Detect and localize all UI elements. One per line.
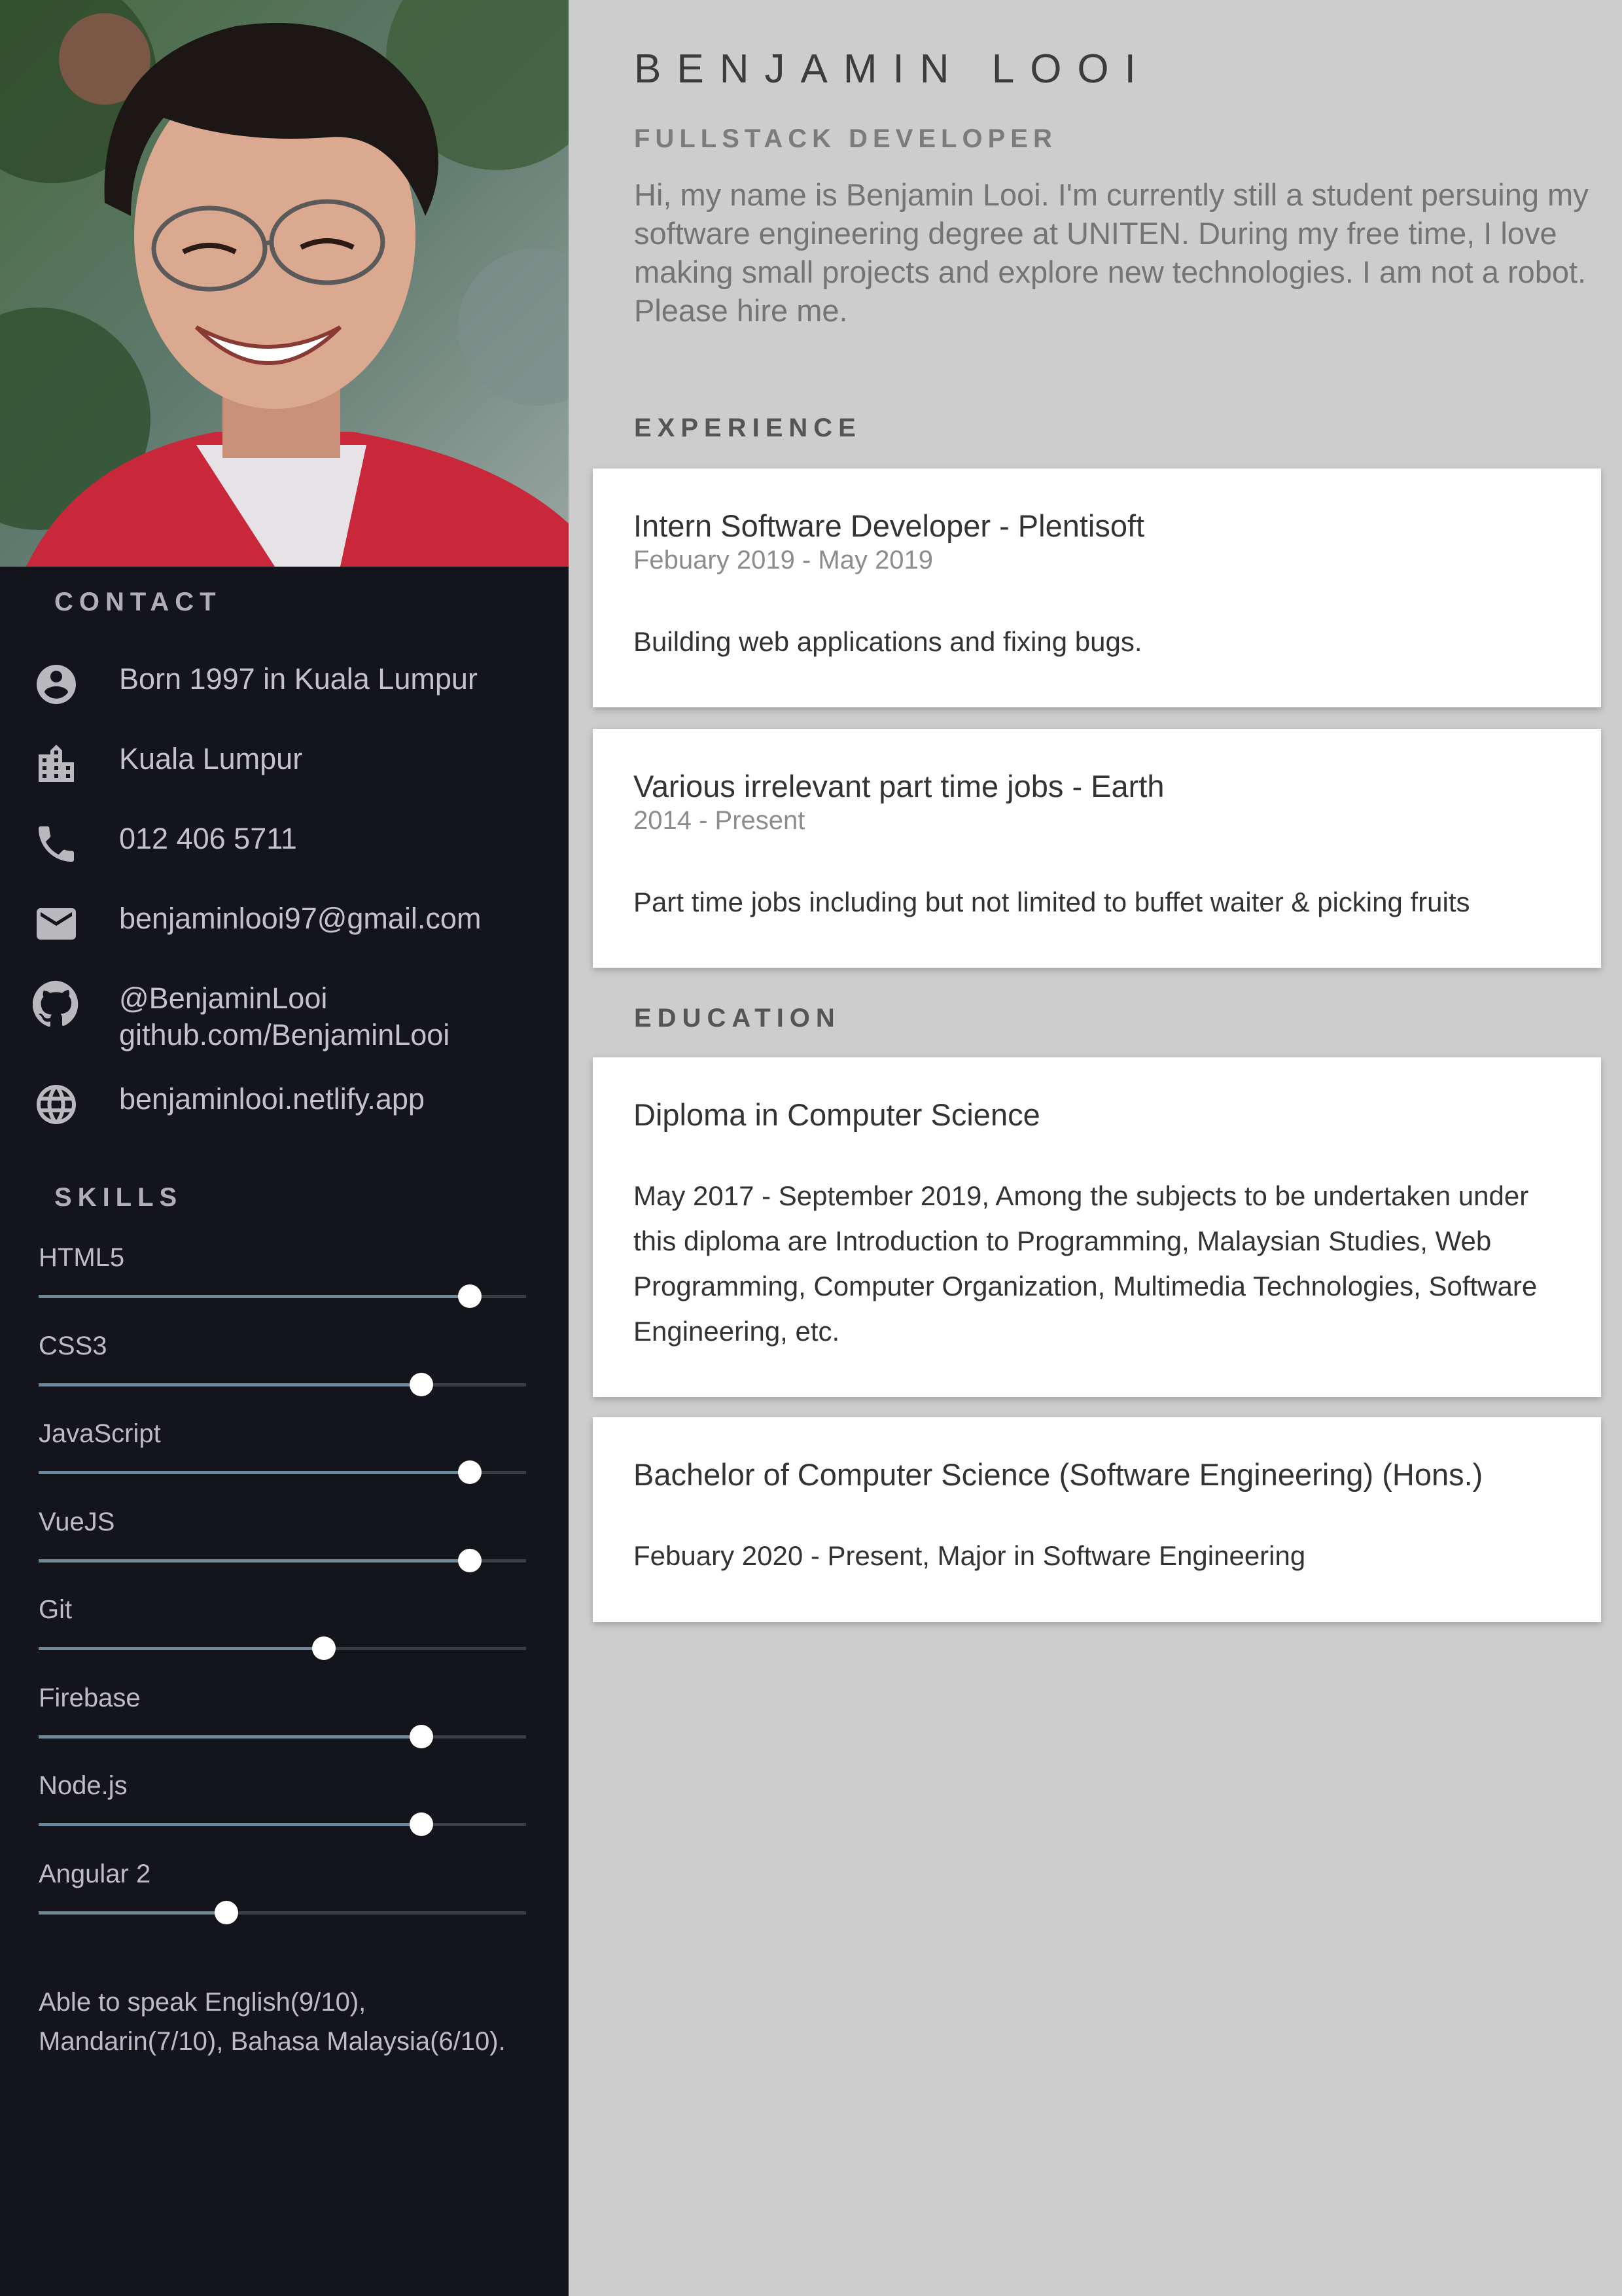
github-url: github.com/BenjaminLooi xyxy=(119,1018,450,1051)
skill-item: CSS3 xyxy=(39,1332,526,1404)
profile-photo xyxy=(0,0,569,567)
skill-slider-thumb[interactable] xyxy=(409,1724,433,1748)
account-circle-icon xyxy=(33,661,80,708)
profile-summary: Hi, my name is Benjamin Looi. I'm curren… xyxy=(634,177,1589,328)
skill-item: Angular 2 xyxy=(39,1860,526,1932)
contact-heading: CONTACT xyxy=(54,588,222,616)
phone-icon xyxy=(33,821,80,868)
education-description: Febuary 2020 - Present, Major in Softwar… xyxy=(633,1540,1306,1571)
education-title: Bachelor of Computer Science (Software E… xyxy=(633,1457,1483,1492)
skill-slider-thumb[interactable] xyxy=(409,1812,433,1836)
github-handle: @BenjaminLooi xyxy=(119,981,328,1015)
experience-description: Part time jobs including but not limited… xyxy=(633,887,1470,917)
contact-github: @BenjaminLooi github.com/BenjaminLooi xyxy=(0,980,569,1059)
skill-item: Firebase xyxy=(39,1684,526,1756)
skill-slider-fill xyxy=(39,1647,324,1650)
skill-label: Git xyxy=(39,1595,73,1624)
contact-phone-text[interactable]: 012 406 5711 xyxy=(119,821,297,857)
education-card: Bachelor of Computer Science (Software E… xyxy=(593,1417,1601,1622)
contact-city-text: Kuala Lumpur xyxy=(119,742,303,775)
skill-slider-thumb[interactable] xyxy=(458,1460,482,1484)
skill-item: HTML5 xyxy=(39,1243,526,1315)
skill-slider-track[interactable] xyxy=(39,1460,526,1484)
skill-slider-thumb[interactable] xyxy=(458,1284,482,1308)
skill-label: Node.js xyxy=(39,1771,128,1800)
skill-slider-fill xyxy=(39,1911,226,1915)
skill-slider-thumb[interactable] xyxy=(409,1372,433,1396)
skill-label: CSS3 xyxy=(39,1331,107,1360)
skill-slider-track[interactable] xyxy=(39,1724,526,1748)
experience-date: 2014 - Present xyxy=(633,806,805,835)
main-content: BENJAMIN LOOI FULLSTACK DEVELOPER Hi, my… xyxy=(569,0,1622,2296)
experience-date: Febuary 2019 - May 2019 xyxy=(633,546,934,574)
contact-github-text[interactable]: @BenjaminLooi github.com/BenjaminLooi xyxy=(119,980,450,1053)
skill-slider-fill xyxy=(39,1471,470,1474)
skill-slider-fill xyxy=(39,1559,470,1563)
email-icon xyxy=(33,900,80,947)
experience-description: Building web applications and fixing bug… xyxy=(633,626,1142,657)
skill-label: JavaScript xyxy=(39,1419,161,1448)
skill-slider-track[interactable] xyxy=(39,1284,526,1308)
sidebar: CONTACT Born 1997 in Kuala Lumpur Kuala … xyxy=(0,0,569,2296)
skill-label: Firebase xyxy=(39,1683,141,1712)
contact-website: benjaminlooi.netlify.app xyxy=(0,1081,569,1140)
skill-item: JavaScript xyxy=(39,1419,526,1491)
city-icon xyxy=(33,741,80,788)
skills-heading: SKILLS xyxy=(54,1183,183,1212)
skill-label: HTML5 xyxy=(39,1243,125,1272)
skill-slider-track[interactable] xyxy=(39,1900,526,1924)
contact-email: benjaminlooi97@gmail.com xyxy=(0,900,569,959)
skill-slider-fill xyxy=(39,1735,421,1739)
candidate-name: BENJAMIN LOOI xyxy=(634,46,1152,92)
skill-slider-track[interactable] xyxy=(39,1548,526,1572)
education-card: Diploma in Computer Science May 2017 - S… xyxy=(593,1057,1601,1397)
skill-label: Angular 2 xyxy=(39,1859,151,1888)
contact-phone: 012 406 5711 xyxy=(0,821,569,879)
github-icon xyxy=(32,980,80,1027)
languages-text: Able to speak English(9/10), Mandarin(7/… xyxy=(39,1988,506,2056)
contact-birth-text: Born 1997 in Kuala Lumpur xyxy=(119,662,478,696)
contact-city: Kuala Lumpur xyxy=(0,741,569,800)
experience-title: Various irrelevant part time jobs - Eart… xyxy=(633,769,1165,804)
skill-label: VueJS xyxy=(39,1507,115,1536)
skill-item: Git xyxy=(39,1595,526,1667)
skill-slider-fill xyxy=(39,1295,470,1298)
skill-item: Node.js xyxy=(39,1771,526,1843)
education-heading: EDUCATION xyxy=(634,1004,841,1033)
skill-slider-fill xyxy=(39,1383,421,1386)
contact-birth: Born 1997 in Kuala Lumpur xyxy=(0,661,569,720)
skill-slider-track[interactable] xyxy=(39,1372,526,1396)
skill-slider-thumb[interactable] xyxy=(458,1548,482,1572)
skill-slider-track[interactable] xyxy=(39,1812,526,1836)
skill-slider-thumb[interactable] xyxy=(214,1900,238,1924)
experience-card: Various irrelevant part time jobs - Eart… xyxy=(593,729,1601,968)
contact-website-text[interactable]: benjaminlooi.netlify.app xyxy=(119,1081,425,1118)
skill-slider-fill xyxy=(39,1823,421,1826)
education-title: Diploma in Computer Science xyxy=(633,1097,1040,1132)
experience-heading: EXPERIENCE xyxy=(634,414,862,442)
globe-icon xyxy=(33,1081,80,1128)
education-description: May 2017 - September 2019, Among the sub… xyxy=(633,1180,1538,1347)
skill-slider-thumb[interactable] xyxy=(311,1636,336,1660)
candidate-role: FULLSTACK DEVELOPER xyxy=(634,124,1057,153)
contact-email-text[interactable]: benjaminlooi97@gmail.com xyxy=(119,900,481,937)
experience-title: Intern Software Developer - Plentisoft xyxy=(633,508,1145,543)
skill-item: VueJS xyxy=(39,1508,526,1580)
skill-slider-track[interactable] xyxy=(39,1636,526,1660)
experience-card: Intern Software Developer - Plentisoft F… xyxy=(593,468,1601,707)
